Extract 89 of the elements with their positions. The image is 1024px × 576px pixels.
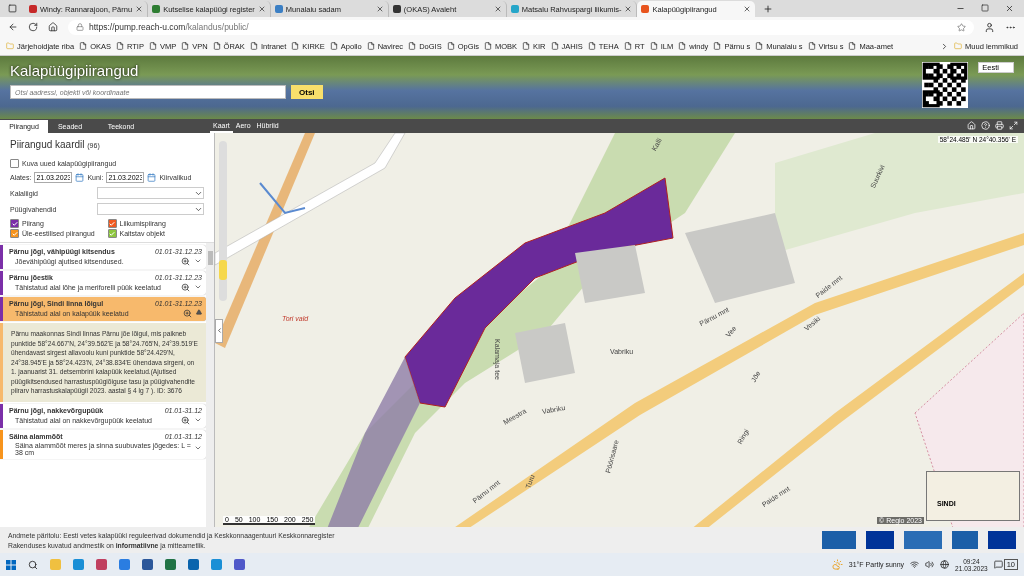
page-icon <box>291 42 300 50</box>
favorite-icon[interactable] <box>957 22 966 32</box>
page-icon <box>678 42 687 50</box>
collapse-icon[interactable] <box>196 309 202 318</box>
zoom-slider-thumb[interactable] <box>219 260 227 280</box>
page-icon <box>848 42 857 50</box>
page-icon <box>649 42 658 50</box>
notifications-icon[interactable] <box>993 560 1003 569</box>
legend-checkbox[interactable] <box>107 219 117 228</box>
calendar-icon[interactable] <box>147 173 157 182</box>
network-icon[interactable] <box>910 560 920 569</box>
scrollbar[interactable] <box>206 243 214 527</box>
page-icon <box>79 42 88 50</box>
volume-icon[interactable] <box>925 560 935 569</box>
language-icon[interactable] <box>940 560 950 569</box>
page-icon <box>148 42 157 50</box>
address-field[interactable]: https://pump.reach-u.com/kalandus/public/ <box>68 19 974 35</box>
collapse-panel-button[interactable] <box>215 319 223 343</box>
close-icon[interactable] <box>493 5 502 13</box>
close-icon[interactable] <box>375 5 384 13</box>
help-icon[interactable] <box>981 120 990 130</box>
taskbar-app-icon[interactable] <box>165 559 176 570</box>
zoom-icon[interactable] <box>181 283 190 292</box>
site-icon <box>510 5 519 13</box>
reload-icon[interactable] <box>28 22 38 32</box>
qr-code-icon <box>922 62 969 108</box>
new-tab-icon[interactable] <box>763 4 774 14</box>
weather-icon <box>831 559 843 570</box>
page-icon <box>115 42 124 50</box>
close-icon[interactable] <box>257 5 266 13</box>
profile-icon[interactable] <box>984 21 995 33</box>
site-icon <box>152 5 161 13</box>
taskbar-app-icon[interactable] <box>119 559 130 570</box>
fund-logo <box>822 531 856 549</box>
calendar-icon[interactable] <box>75 173 85 182</box>
taskbar-app-icon[interactable] <box>188 559 199 570</box>
taskbar-app-icon[interactable] <box>142 559 153 570</box>
home-icon[interactable] <box>48 22 58 32</box>
page-icon <box>329 42 338 50</box>
zoom-slider[interactable] <box>219 141 227 301</box>
folder-icon <box>6 42 14 50</box>
site-icon <box>274 5 283 13</box>
legend-checkbox[interactable] <box>10 219 19 228</box>
site-icon <box>392 5 401 13</box>
fullscreen-icon[interactable] <box>1009 120 1018 130</box>
windows-start-icon[interactable] <box>6 559 16 570</box>
legend-checkbox[interactable] <box>10 229 19 238</box>
page-icon <box>807 42 816 50</box>
checkbox[interactable] <box>10 159 19 168</box>
search-button[interactable]: Otsi <box>291 85 323 99</box>
fund-logo <box>952 531 978 549</box>
page-icon <box>550 42 559 50</box>
page-icon <box>366 42 375 50</box>
site-icon <box>29 5 37 13</box>
legend-checkbox[interactable] <box>107 229 117 238</box>
url-text: https://pump.reach-u.com/kalandus/public/ <box>89 22 249 32</box>
page-icon <box>408 42 417 50</box>
taskbar-app-icon[interactable] <box>96 559 107 570</box>
zoom-icon[interactable] <box>183 309 192 318</box>
page-icon <box>587 42 596 50</box>
page-icon <box>522 42 530 50</box>
tab-actions-icon[interactable] <box>8 4 17 13</box>
app-title: Kalapüügipiirangud <box>10 62 140 79</box>
folder-icon <box>954 42 963 50</box>
close-icon[interactable] <box>743 5 752 13</box>
page-icon <box>446 42 455 50</box>
search-icon[interactable] <box>28 559 38 570</box>
zoom-icon[interactable] <box>181 415 190 425</box>
back-icon[interactable] <box>8 22 18 32</box>
page-icon <box>483 42 492 50</box>
restore-icon[interactable] <box>981 4 989 12</box>
page-icon <box>249 42 258 50</box>
page-icon <box>623 42 632 50</box>
site-icon <box>641 5 650 13</box>
fishery-logo <box>904 531 942 549</box>
page-icon <box>755 42 764 50</box>
close-icon[interactable] <box>135 5 144 13</box>
eu-flag-icon <box>988 531 1016 549</box>
page-icon <box>181 42 190 50</box>
close-icon[interactable] <box>1005 4 1014 13</box>
print-icon[interactable] <box>995 120 1004 130</box>
close-icon[interactable] <box>624 5 633 13</box>
page-icon <box>713 42 722 50</box>
lock-icon <box>76 23 84 31</box>
eu-flag-icon <box>866 531 894 549</box>
chevron-left-icon <box>216 327 223 334</box>
taskbar-app-icon[interactable] <box>234 559 245 570</box>
page-icon <box>212 42 221 50</box>
zoom-icon[interactable] <box>181 257 190 266</box>
